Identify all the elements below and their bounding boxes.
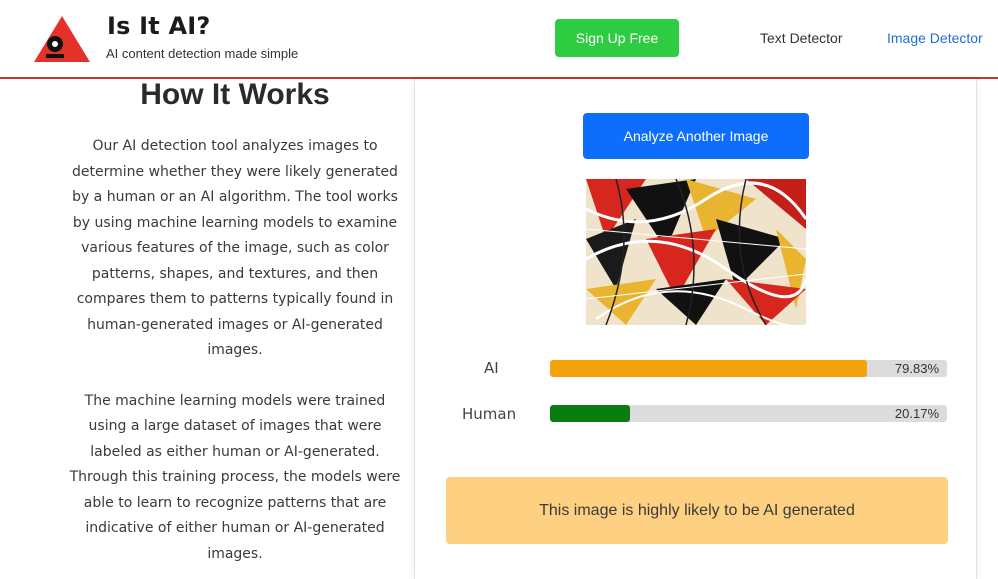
ai-score-percent: 79.83% bbox=[894, 361, 939, 376]
how-it-works-section: How It Works Our AI detection tool analy… bbox=[60, 79, 410, 567]
site-header: Is It AI? AI content detection made simp… bbox=[0, 0, 998, 79]
ai-score-label: AI bbox=[484, 359, 499, 377]
result-card: Analyze Another Image AI 79.83% Human 20… bbox=[414, 79, 977, 579]
how-it-works-paragraph: Our AI detection tool analyzes images to… bbox=[72, 138, 398, 358]
analyzed-image bbox=[586, 179, 806, 325]
human-score-percent: 20.17% bbox=[894, 406, 939, 421]
ai-score-bar-fill bbox=[550, 360, 867, 377]
how-it-works-title: How It Works bbox=[140, 78, 330, 111]
verdict-banner: This image is highly likely to be AI gen… bbox=[446, 477, 948, 544]
how-it-works-paragraph: The machine learning models were trained… bbox=[69, 392, 401, 562]
human-score-bar: 20.17% bbox=[550, 405, 947, 422]
nav-link-text-detector[interactable]: Text Detector bbox=[760, 30, 842, 46]
brand-tagline: AI content detection made simple bbox=[106, 46, 299, 61]
brand-title[interactable]: Is It AI? bbox=[107, 12, 211, 40]
nav-link-image-detector[interactable]: Image Detector bbox=[887, 30, 983, 46]
analyze-another-image-button[interactable]: Analyze Another Image bbox=[583, 113, 809, 159]
human-score-label: Human bbox=[462, 405, 517, 423]
sign-up-button[interactable]: Sign Up Free bbox=[555, 19, 679, 57]
robot-logo-icon[interactable] bbox=[32, 14, 92, 64]
human-score-bar-fill bbox=[550, 405, 631, 422]
ai-score-bar: 79.83% bbox=[550, 360, 947, 377]
